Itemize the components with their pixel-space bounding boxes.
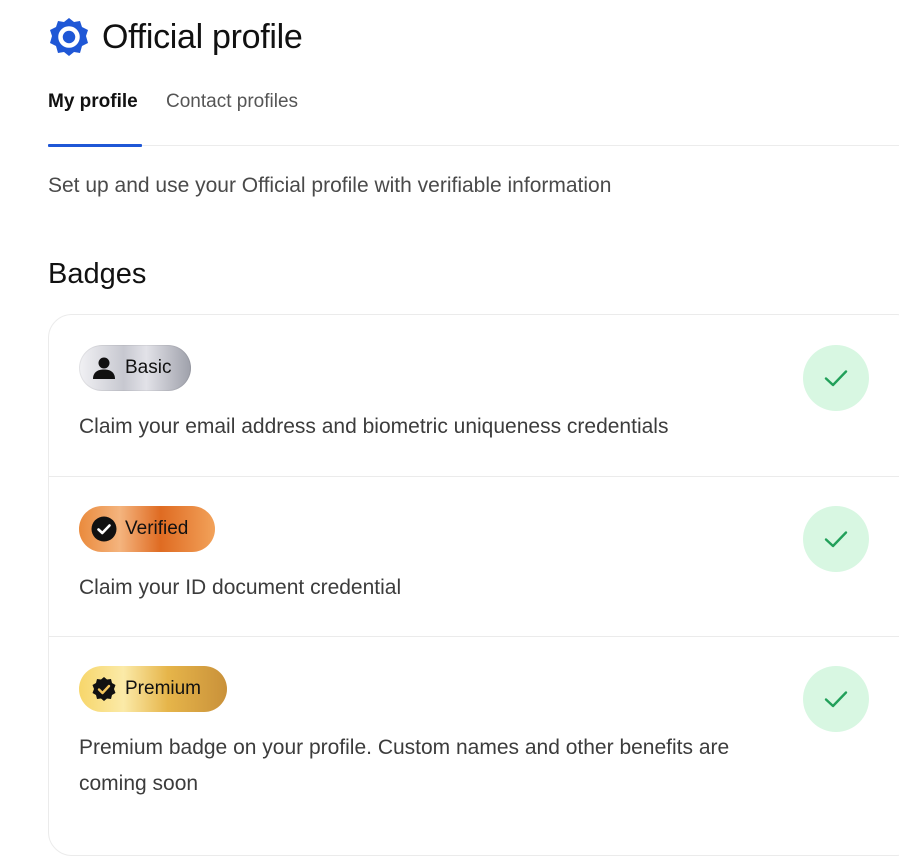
page-subtitle: Set up and use your Official profile wit… <box>48 174 612 197</box>
badge-description: Premium badge on your profile. Custom na… <box>79 736 730 795</box>
checkmark-icon <box>824 691 848 708</box>
badge-label: Verified <box>125 518 189 539</box>
tab-my-profile[interactable]: My profile <box>48 91 138 113</box>
checkmark-icon <box>824 370 848 387</box>
premium-badge: Premium <box>79 666 227 712</box>
completed-check-badge <box>803 506 869 572</box>
badges-heading: Badges <box>48 258 147 290</box>
checkmark-icon <box>824 531 848 548</box>
verified-badge: Verified <box>79 506 215 552</box>
badge-row-verified: Verified Claim your ID document credenti… <box>49 476 899 637</box>
official-profile-logo-icon <box>50 18 88 56</box>
tab-bar: My profile Contact profiles <box>48 88 899 147</box>
badge-description: Claim your ID document credential <box>79 576 402 599</box>
verified-seal-icon <box>92 677 116 701</box>
active-tab-indicator <box>48 144 142 147</box>
tab-contact-profiles[interactable]: Contact profiles <box>166 91 298 113</box>
badge-label: Basic <box>125 357 172 378</box>
page-title: Official profile <box>102 17 303 56</box>
person-icon <box>93 357 115 379</box>
badge-label: Premium <box>125 678 202 699</box>
badge-row-basic: Basic Claim your email address and biome… <box>49 315 899 477</box>
basic-badge: Basic <box>79 345 191 391</box>
completed-check-badge <box>803 345 869 411</box>
completed-check-badge <box>803 666 869 732</box>
check-circle-icon <box>91 516 117 542</box>
page-header: Official profile <box>48 16 303 58</box>
badges-card: Basic Claim your email address and biome… <box>48 314 899 856</box>
badge-row-premium: Premium Premium badge on your profile. C… <box>49 636 899 855</box>
badge-description: Claim your email address and biometric u… <box>79 415 669 438</box>
